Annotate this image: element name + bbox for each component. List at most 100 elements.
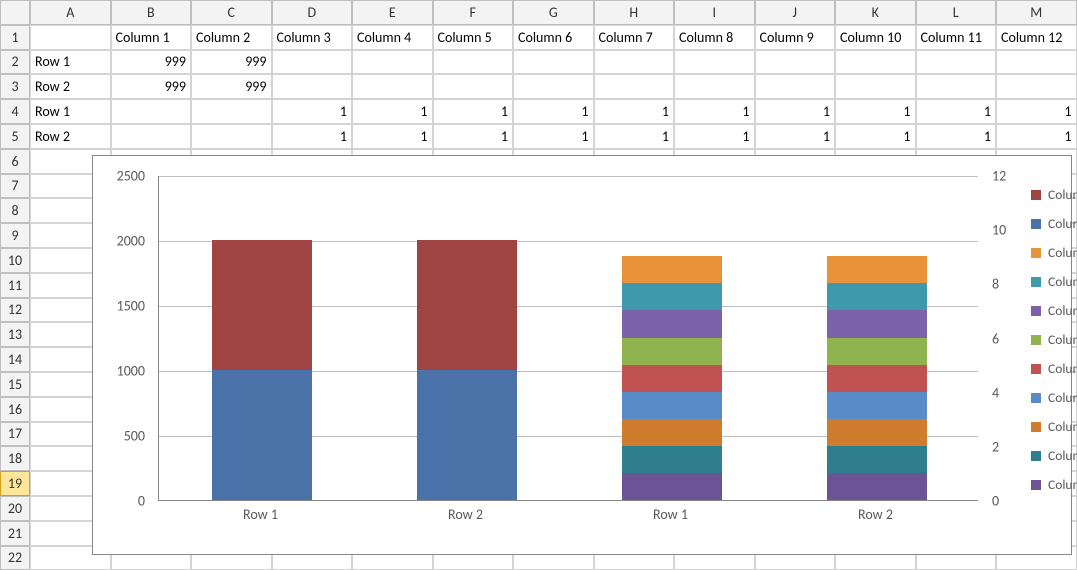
cell-D1[interactable]: Column 3: [272, 25, 353, 50]
row-header-5[interactable]: 5: [0, 124, 30, 149]
cell-M5[interactable]: 1: [996, 124, 1077, 149]
cell-A4[interactable]: Row 1: [30, 99, 111, 124]
cell-E4[interactable]: 1: [352, 99, 433, 124]
cell-E5[interactable]: 1: [352, 124, 433, 149]
cell-I5[interactable]: 1: [674, 124, 755, 149]
cell-L4[interactable]: 1: [916, 99, 997, 124]
cell-I3[interactable]: [674, 74, 755, 99]
cell-M3[interactable]: [996, 74, 1077, 99]
row-header-6[interactable]: 6: [0, 149, 30, 174]
cell-L2[interactable]: [916, 50, 997, 75]
row-header-21[interactable]: 21: [0, 521, 30, 546]
cell-K5[interactable]: 1: [835, 124, 916, 149]
cell-C3[interactable]: 999: [191, 74, 272, 99]
cell-I1[interactable]: Column 8: [674, 25, 755, 50]
cell-L1[interactable]: Column 11: [916, 25, 997, 50]
cell-K2[interactable]: [835, 50, 916, 75]
cell-B5[interactable]: [111, 124, 192, 149]
cell-G4[interactable]: 1: [513, 99, 594, 124]
cell-F2[interactable]: [433, 50, 514, 75]
row-header-8[interactable]: 8: [0, 198, 30, 223]
cell-A2[interactable]: Row 1: [30, 50, 111, 75]
col-header-F[interactable]: F: [433, 0, 514, 25]
cell-H5[interactable]: 1: [594, 124, 675, 149]
cell-B4[interactable]: [111, 99, 192, 124]
cell-B2[interactable]: 999: [111, 50, 192, 75]
cell-E2[interactable]: [352, 50, 433, 75]
cell-F1[interactable]: Column 5: [433, 25, 514, 50]
col-header-G[interactable]: G: [513, 0, 594, 25]
cell-K1[interactable]: Column 10: [835, 25, 916, 50]
cell-J3[interactable]: [755, 74, 836, 99]
cell-C1[interactable]: Column 2: [191, 25, 272, 50]
col-header-J[interactable]: J: [755, 0, 836, 25]
cell-M2[interactable]: [996, 50, 1077, 75]
cell-A5[interactable]: Row 2: [30, 124, 111, 149]
chart[interactable]: 05001000150020002500 024681012 Row 1Row …: [92, 155, 1072, 555]
cell-K4[interactable]: 1: [835, 99, 916, 124]
cell-K3[interactable]: [835, 74, 916, 99]
cell-D2[interactable]: [272, 50, 353, 75]
cell-D5[interactable]: 1: [272, 124, 353, 149]
row-header-15[interactable]: 15: [0, 372, 30, 397]
cell-M1[interactable]: Column 12: [996, 25, 1077, 50]
cell-G2[interactable]: [513, 50, 594, 75]
row-header-22[interactable]: 22: [0, 546, 30, 570]
select-all-corner[interactable]: [0, 0, 30, 25]
cell-B3[interactable]: 999: [111, 74, 192, 99]
row-header-1[interactable]: 1: [0, 25, 30, 50]
cell-B1[interactable]: Column 1: [111, 25, 192, 50]
cell-I2[interactable]: [674, 50, 755, 75]
row-header-17[interactable]: 17: [0, 422, 30, 447]
cell-H1[interactable]: Column 7: [594, 25, 675, 50]
row-header-7[interactable]: 7: [0, 174, 30, 199]
cell-H3[interactable]: [594, 74, 675, 99]
row-header-11[interactable]: 11: [0, 273, 30, 298]
cell-C5[interactable]: [191, 124, 272, 149]
cell-A1[interactable]: [30, 25, 111, 50]
col-header-L[interactable]: L: [916, 0, 997, 25]
row-header-2[interactable]: 2: [0, 50, 30, 75]
row-header-12[interactable]: 12: [0, 298, 30, 323]
cell-G5[interactable]: 1: [513, 124, 594, 149]
col-header-H[interactable]: H: [594, 0, 675, 25]
row-header-4[interactable]: 4: [0, 99, 30, 124]
cell-E3[interactable]: [352, 74, 433, 99]
row-header-3[interactable]: 3: [0, 74, 30, 99]
col-header-A[interactable]: A: [30, 0, 111, 25]
cell-F4[interactable]: 1: [433, 99, 514, 124]
cell-J1[interactable]: Column 9: [755, 25, 836, 50]
cell-F5[interactable]: 1: [433, 124, 514, 149]
cell-L5[interactable]: 1: [916, 124, 997, 149]
cell-D4[interactable]: 1: [272, 99, 353, 124]
row-header-9[interactable]: 9: [0, 223, 30, 248]
cell-G3[interactable]: [513, 74, 594, 99]
cell-L3[interactable]: [916, 74, 997, 99]
cell-C4[interactable]: [191, 99, 272, 124]
col-header-B[interactable]: B: [111, 0, 192, 25]
cell-H2[interactable]: [594, 50, 675, 75]
cell-E1[interactable]: Column 4: [352, 25, 433, 50]
cell-I4[interactable]: 1: [674, 99, 755, 124]
col-header-K[interactable]: K: [835, 0, 916, 25]
row-header-16[interactable]: 16: [0, 397, 30, 422]
cell-D3[interactable]: [272, 74, 353, 99]
row-header-10[interactable]: 10: [0, 248, 30, 273]
cell-C2[interactable]: 999: [191, 50, 272, 75]
row-header-19[interactable]: 19: [0, 471, 30, 496]
cell-M4[interactable]: 1: [996, 99, 1077, 124]
col-header-E[interactable]: E: [352, 0, 433, 25]
cell-J2[interactable]: [755, 50, 836, 75]
col-header-C[interactable]: C: [191, 0, 272, 25]
cell-J4[interactable]: 1: [755, 99, 836, 124]
cell-H4[interactable]: 1: [594, 99, 675, 124]
row-header-13[interactable]: 13: [0, 322, 30, 347]
col-header-M[interactable]: M: [996, 0, 1077, 25]
col-header-D[interactable]: D: [272, 0, 353, 25]
row-header-14[interactable]: 14: [0, 347, 30, 372]
row-header-18[interactable]: 18: [0, 446, 30, 471]
row-header-20[interactable]: 20: [0, 496, 30, 521]
cell-G1[interactable]: Column 6: [513, 25, 594, 50]
col-header-I[interactable]: I: [674, 0, 755, 25]
cell-A3[interactable]: Row 2: [30, 74, 111, 99]
